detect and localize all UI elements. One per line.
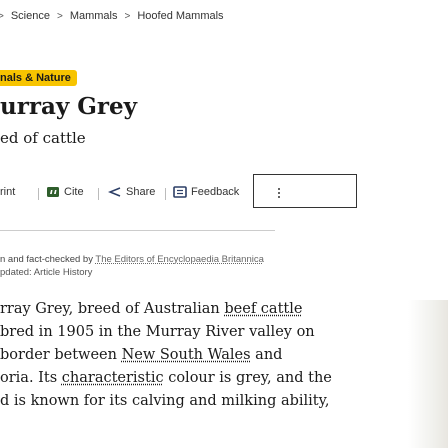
updated-line[interactable]: pdated: Article History [0,266,448,279]
page-subtitle: ed of cattle [0,129,86,147]
characteristic-link[interactable]: characteristic [62,370,164,386]
feedback-button[interactable]: Feedback [173,186,239,198]
article-line: bred in 1905 in the Murray River valley … [0,324,315,340]
cite-button[interactable]: Cite [46,186,84,198]
article-text: rray Grey, breed of Australian [0,301,225,317]
editors-link[interactable]: The Editors of Encyclopaedia Britannica [95,254,263,265]
toolbar-divider [165,188,166,200]
page-title: urray Grey [0,93,137,120]
article-text: border between [0,347,122,363]
cite-label: Cite [64,186,84,198]
category-tag[interactable]: nals & Nature [0,70,77,86]
article-line: d is known for its calving and milking a… [0,393,330,409]
article-text: oria. Its [0,370,62,386]
share-label: Share [126,186,156,198]
feedback-label: Feedback [191,186,240,198]
print-label: rint [0,186,16,198]
quote-icon [47,187,59,197]
share-button[interactable]: Share [108,186,155,198]
fact-check-line: n and fact-checked by The Editors of Enc… [0,253,448,266]
beef-cattle-link[interactable]: beef cattle [224,301,302,317]
article-line: rray Grey, breed of Australian beef catt… [0,298,302,320]
more-options-icon[interactable] [273,186,285,200]
fact-check-prefix: n and fact-checked by [0,254,93,265]
breadcrumb-separator: > [56,11,63,22]
new-south-wales-link[interactable]: New South Wales [122,347,251,363]
article-line: border between New South Wales and [0,344,282,366]
article-text: and [250,347,283,363]
article-line: oria. Its characteristic colour is grey,… [0,367,332,389]
divider-line [0,230,275,231]
feedback-icon [173,186,187,198]
breadcrumb-mammals[interactable]: Mammals [70,10,118,22]
toolbar-divider [38,188,39,200]
breadcrumb: > Science > Mammals > Hoofed Mammals [0,10,448,30]
breadcrumb-separator: > [124,11,131,22]
image-edge [408,300,448,448]
article-toolbar: rint Cite Share Feedback [0,174,448,210]
share-icon [108,187,121,197]
toolbar-divider [98,188,99,200]
breadcrumb-separator: > [0,11,4,22]
breadcrumb-hoofed-mammals[interactable]: Hoofed Mammals [137,10,223,22]
print-button[interactable]: rint [0,186,15,198]
feedback-focus-box [253,174,357,208]
breadcrumb-science[interactable]: Science [11,10,50,22]
article-text: colour is grey, and the [163,370,332,386]
